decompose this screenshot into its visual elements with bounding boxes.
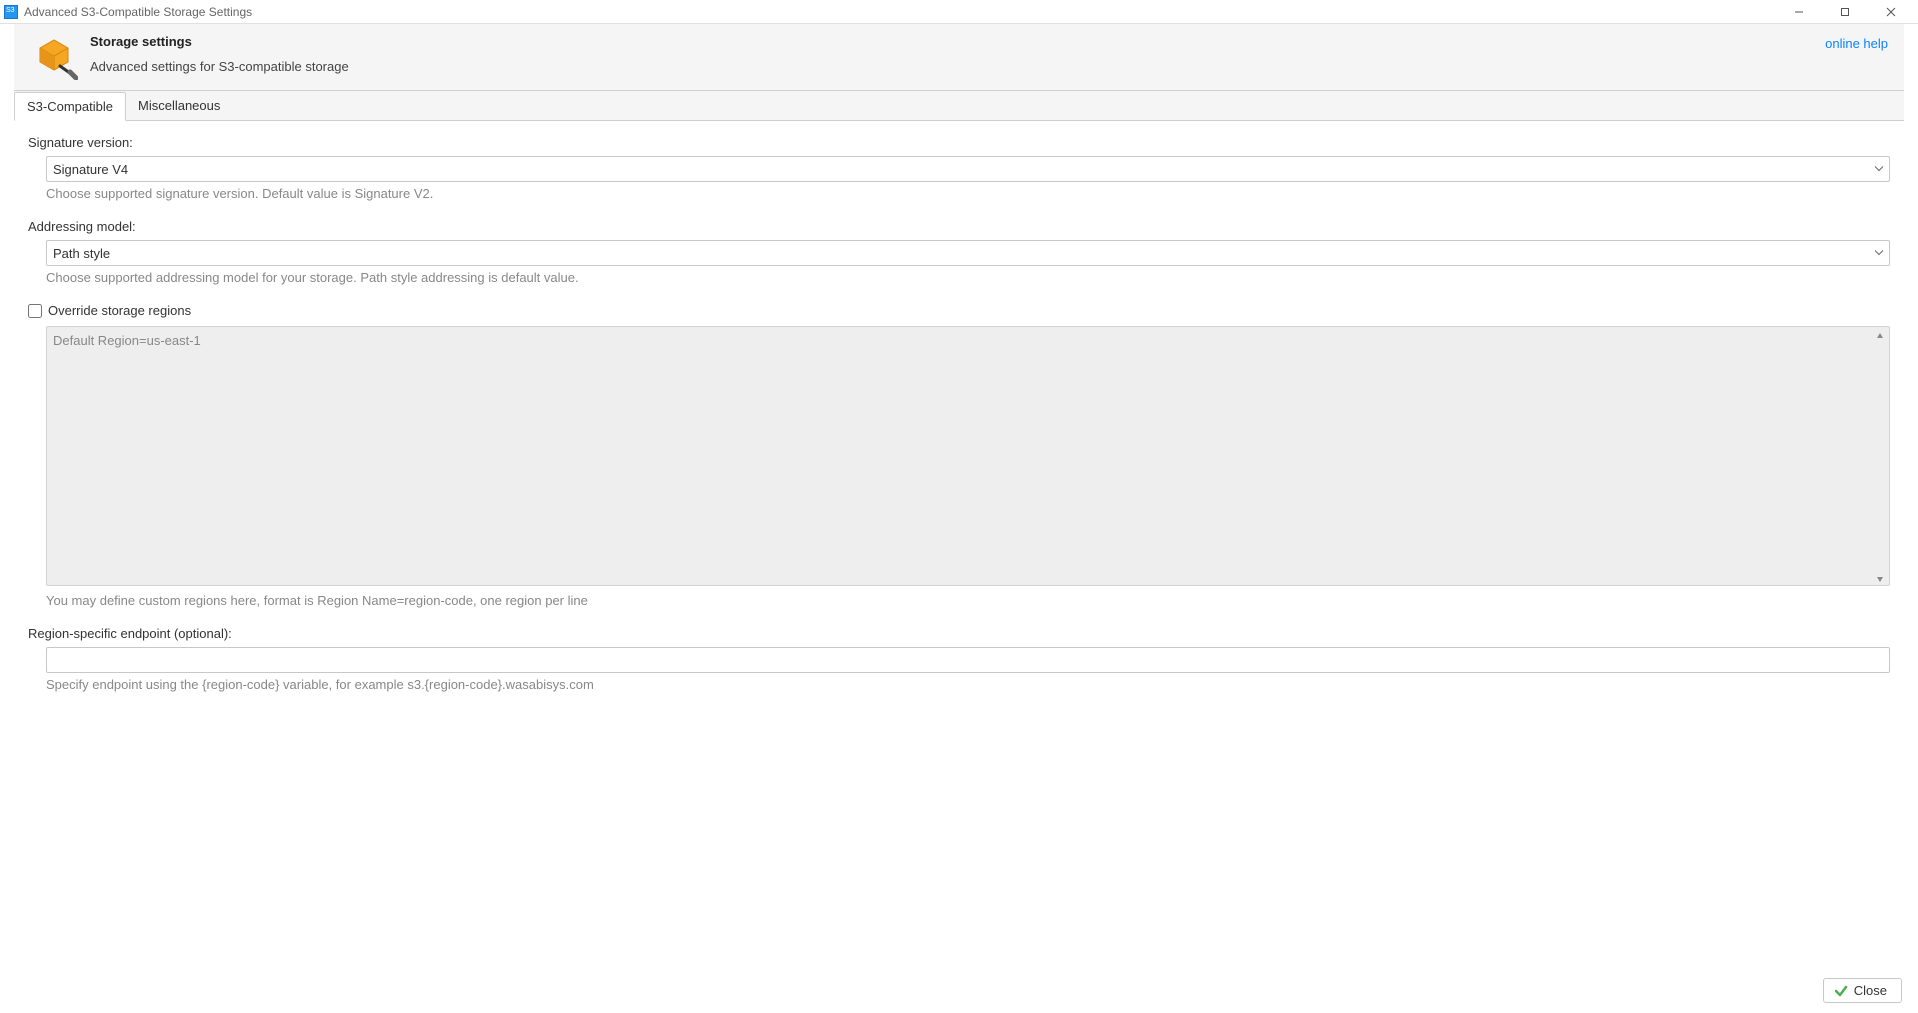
- scroll-up-icon[interactable]: [1874, 330, 1886, 342]
- minimize-icon: [1794, 7, 1804, 17]
- header-panel: Storage settings Advanced settings for S…: [14, 24, 1904, 91]
- online-help-link[interactable]: online help: [1825, 36, 1888, 51]
- header-text: Storage settings Advanced settings for S…: [90, 32, 1825, 74]
- addressing-model-select[interactable]: Path style: [46, 240, 1890, 266]
- signature-version-help: Choose supported signature version. Defa…: [46, 186, 1890, 201]
- minimize-button[interactable]: [1776, 0, 1822, 24]
- override-regions-row: Override storage regions: [28, 303, 1890, 318]
- signature-version-value: Signature V4: [53, 162, 128, 177]
- addressing-model-value: Path style: [53, 246, 110, 261]
- addressing-model-help: Choose supported addressing model for yo…: [46, 270, 1890, 285]
- signature-version-select[interactable]: Signature V4: [46, 156, 1890, 182]
- header-subtitle: Advanced settings for S3-compatible stor…: [90, 59, 1825, 74]
- signature-version-select-wrap: Signature V4: [46, 156, 1890, 182]
- tab-miscellaneous[interactable]: Miscellaneous: [126, 92, 232, 121]
- app-icon: [4, 5, 18, 19]
- check-icon: [1834, 984, 1848, 998]
- endpoint-help: Specify endpoint using the {region-code}…: [46, 677, 1890, 692]
- maximize-button[interactable]: [1822, 0, 1868, 24]
- window-controls: [1776, 0, 1914, 24]
- titlebar: Advanced S3-Compatible Storage Settings: [0, 0, 1918, 24]
- maximize-icon: [1840, 7, 1850, 17]
- close-icon: [1886, 7, 1896, 17]
- regions-textarea-wrap: [46, 326, 1890, 589]
- header-title: Storage settings: [90, 34, 1825, 49]
- override-regions-checkbox[interactable]: [28, 304, 42, 318]
- addressing-model-label: Addressing model:: [28, 219, 1890, 234]
- signature-version-label: Signature version:: [28, 135, 1890, 150]
- scroll-down-icon[interactable]: [1874, 573, 1886, 585]
- close-button[interactable]: Close: [1823, 978, 1902, 1003]
- footer: Close: [0, 968, 1918, 1013]
- close-button-label: Close: [1854, 983, 1887, 998]
- regions-textarea[interactable]: [46, 326, 1890, 586]
- endpoint-input[interactable]: [46, 647, 1890, 673]
- override-regions-label: Override storage regions: [48, 303, 191, 318]
- close-window-button[interactable]: [1868, 0, 1914, 24]
- window-title: Advanced S3-Compatible Storage Settings: [24, 5, 1776, 19]
- tabbar: S3-Compatible Miscellaneous: [14, 91, 1904, 121]
- tab-s3-compatible[interactable]: S3-Compatible: [14, 92, 126, 121]
- regions-help: You may define custom regions here, form…: [46, 593, 1890, 608]
- addressing-model-select-wrap: Path style: [46, 240, 1890, 266]
- storage-icon: [30, 32, 78, 80]
- content: Signature version: Signature V4 Choose s…: [0, 121, 1918, 708]
- endpoint-label: Region-specific endpoint (optional):: [28, 626, 1890, 641]
